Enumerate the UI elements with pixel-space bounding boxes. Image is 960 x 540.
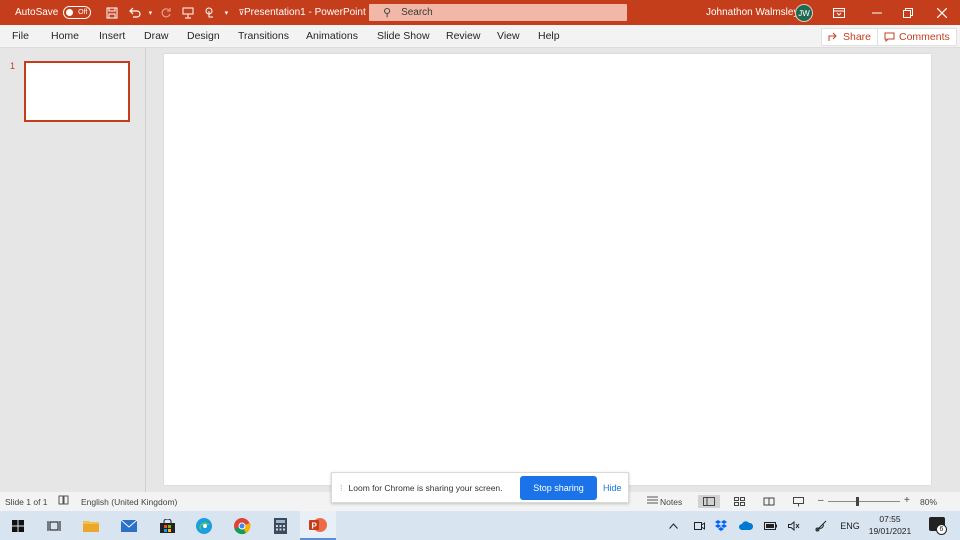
document-title: Presentation1 - PowerPoint (244, 7, 366, 18)
windows-start-icon[interactable] (0, 511, 36, 540)
comments-button[interactable]: Comments (877, 28, 957, 46)
meet-now-icon[interactable] (690, 511, 708, 540)
normal-view-icon[interactable] (698, 495, 720, 508)
autosave-state: Off (78, 9, 88, 16)
powerpoint-taskbar-icon[interactable]: P (300, 511, 336, 540)
tab-home[interactable]: Home (51, 30, 79, 42)
tab-view[interactable]: View (497, 30, 520, 42)
chrome-browser-icon[interactable] (224, 511, 260, 540)
input-language[interactable]: ENG (835, 511, 865, 540)
search-placeholder: Search (401, 7, 433, 18)
share-icon (828, 32, 837, 41)
zoom-slider-thumb[interactable] (855, 497, 859, 506)
accessibility-icon[interactable] (58, 495, 69, 507)
calculator-icon[interactable] (262, 511, 298, 540)
sharing-message: Loom for Chrome is sharing your screen. (348, 482, 503, 493)
drag-handle-icon[interactable]: ⁞ (340, 483, 342, 493)
tab-slide-show[interactable]: Slide Show (377, 30, 430, 42)
ribbon-display-options-icon[interactable] (824, 0, 854, 25)
quick-access-toolbar: AutoSave Off ▾ ▾ ⊽ (0, 0, 251, 25)
stop-sharing-button[interactable]: Stop sharing (520, 476, 597, 500)
reading-view-icon[interactable] (758, 495, 780, 508)
dropbox-icon[interactable] (712, 511, 730, 540)
restore-icon[interactable] (893, 0, 923, 25)
avatar[interactable]: JW (795, 4, 813, 22)
present-from-beginning-icon[interactable] (177, 0, 199, 25)
svg-text:P: P (312, 521, 318, 530)
volume-icon[interactable] (785, 511, 803, 540)
search-box[interactable]: ⚲ Search (369, 4, 627, 21)
autosave-toggle[interactable]: Off (63, 6, 92, 19)
network-icon[interactable] (811, 511, 831, 540)
zoom-out-button[interactable]: – (818, 495, 824, 506)
hide-link[interactable]: Hide (603, 483, 622, 493)
store-icon[interactable] (149, 511, 185, 540)
notification-count-badge: 6 (936, 524, 947, 535)
ribbon-tabs: File Home Insert Draw Design Transitions… (0, 25, 960, 48)
tab-design[interactable]: Design (187, 30, 220, 42)
slide-canvas[interactable] (164, 54, 931, 485)
onedrive-icon[interactable] (736, 511, 756, 540)
screen-sharing-banner: ⁞ Loom for Chrome is sharing your screen… (331, 472, 629, 503)
notes-button[interactable]: Notes (660, 497, 682, 507)
clock-time: 07:55 (879, 514, 901, 524)
notes-icon (647, 496, 658, 507)
task-view-icon[interactable] (36, 511, 72, 540)
chevron-down-icon[interactable]: ▾ (145, 0, 155, 25)
tab-file[interactable]: File (12, 30, 29, 42)
user-name[interactable]: Johnathon Walmsley (706, 0, 798, 25)
chevron-down-icon[interactable]: ▾ (221, 0, 231, 25)
slide-info[interactable]: Slide 1 of 1 (5, 497, 48, 507)
comments-label: Comments (899, 31, 950, 43)
taskbar: P ENG 07:55 19/01/2021 6 (0, 511, 960, 540)
mail-icon[interactable] (111, 511, 147, 540)
tab-review[interactable]: Review (446, 30, 480, 42)
comment-icon (884, 32, 895, 42)
language-indicator[interactable]: English (United Kingdom) (81, 497, 177, 507)
search-icon: ⚲ (383, 7, 392, 19)
toggle-knob (66, 9, 74, 16)
clock-date: 19/01/2021 (868, 526, 912, 536)
tab-insert[interactable]: Insert (99, 30, 125, 42)
redo-icon[interactable] (155, 0, 177, 25)
file-explorer-icon[interactable] (73, 511, 109, 540)
tab-draw[interactable]: Draw (144, 30, 169, 42)
tab-transitions[interactable]: Transitions (238, 30, 289, 42)
system-clock[interactable]: 07:55 19/01/2021 (862, 513, 918, 537)
slide-show-view-icon[interactable] (787, 495, 809, 508)
save-icon[interactable] (101, 0, 123, 25)
slide-thumbnail-pane: 1 (0, 48, 146, 492)
chevron-up-icon[interactable] (664, 511, 682, 540)
undo-icon[interactable] (123, 0, 145, 25)
thumbnail-number: 1 (10, 61, 16, 71)
autosave-label: AutoSave (15, 7, 59, 18)
share-label: Share (843, 31, 872, 43)
slide-sorter-view-icon[interactable] (728, 495, 750, 508)
zoom-slider[interactable] (828, 501, 900, 502)
edge-browser-icon[interactable] (186, 511, 222, 540)
close-icon[interactable] (927, 0, 957, 25)
zoom-in-button[interactable]: + (904, 495, 910, 506)
touch-mode-icon[interactable] (199, 0, 221, 25)
slide-editing-area (147, 48, 960, 492)
battery-icon[interactable] (761, 511, 779, 540)
tab-animations[interactable]: Animations (306, 30, 358, 42)
title-bar: AutoSave Off ▾ ▾ ⊽ Presentation1 - Power… (0, 0, 960, 25)
zoom-level[interactable]: 80% (920, 497, 937, 507)
share-button[interactable]: Share (821, 28, 879, 46)
tab-help[interactable]: Help (538, 30, 560, 42)
minimize-icon[interactable] (862, 0, 892, 25)
slide-thumbnail[interactable] (24, 61, 130, 122)
